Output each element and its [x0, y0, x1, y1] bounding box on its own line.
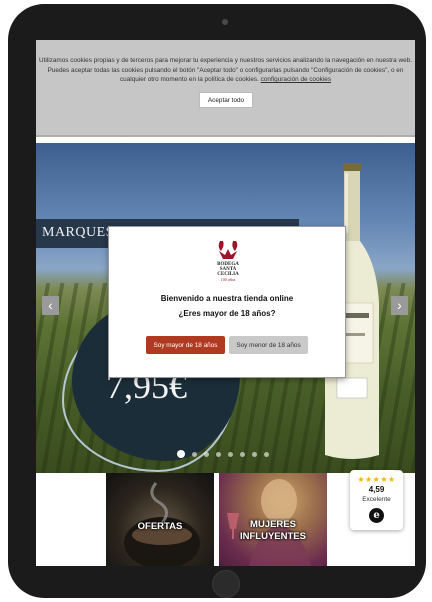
mujeres-influyentes-label: MUJERES INFLUYENTES	[240, 519, 306, 542]
home-button[interactable]	[212, 570, 240, 598]
carousel-dot[interactable]	[177, 450, 185, 458]
carousel-dot[interactable]	[192, 451, 197, 457]
camera-icon	[222, 19, 228, 25]
rating-verdict: Excelente	[362, 496, 391, 503]
category-tiles: OFERTAS MUJERES INFLUYENTES ··· ★★★★★ 4,…	[36, 468, 415, 566]
carousel-prev-button[interactable]: ‹	[42, 296, 59, 315]
carousel-dot[interactable]	[252, 451, 257, 457]
more-icon[interactable]: ···	[394, 468, 400, 474]
rating-stars-icon: ★★★★★	[357, 475, 396, 484]
modal-age-question: ¿Eres mayor de 18 años?	[178, 309, 276, 318]
mujeres-influyentes-tile[interactable]: MUJERES INFLUYENTES	[219, 473, 327, 566]
ofertas-tile[interactable]: OFERTAS	[106, 473, 214, 566]
cookie-banner: Utilizamos cookies propias y de terceros…	[36, 40, 415, 137]
cookie-message: Utilizamos cookies propias y de terceros…	[39, 57, 412, 83]
coffee-sack-image	[124, 482, 200, 566]
carousel-dot[interactable]	[264, 451, 269, 457]
carousel-dot[interactable]	[204, 451, 209, 457]
carousel-next-button[interactable]: ›	[391, 296, 408, 315]
chevron-left-icon: ‹	[48, 297, 53, 313]
trusted-shops-rating-widget[interactable]: ··· ★★★★★ 4,59 Excelente e	[350, 468, 403, 530]
modal-welcome-text: Bienvenido a nuestra tienda online	[160, 294, 294, 303]
age-deny-button[interactable]: Soy menor de 18 años	[229, 336, 308, 354]
hero-banner-text: MARQUES	[42, 225, 114, 240]
trusted-shops-badge-icon: e	[369, 508, 384, 523]
logo-line-4: 100 años	[221, 277, 236, 282]
carousel-dot[interactable]	[240, 451, 245, 457]
rating-score: 4,59	[368, 485, 385, 494]
carousel-dot[interactable]	[228, 451, 233, 457]
chevron-right-icon: ›	[397, 297, 402, 313]
cookie-config-link[interactable]: configuración de cookies	[261, 76, 331, 83]
carousel-dot[interactable]	[216, 451, 221, 457]
accept-cookies-button[interactable]: Aceptar todo	[199, 92, 253, 108]
age-verification-modal: BODEGA SANTA CECILIA 100 años Bienvenido…	[108, 226, 346, 378]
browser-viewport: Utilizamos cookies propias y de terceros…	[36, 40, 415, 566]
cookie-text: Utilizamos cookies propias y de terceros…	[36, 56, 415, 85]
ofertas-label: OFERTAS	[137, 521, 183, 532]
bodega-logo: BODEGA SANTA CECILIA 100 años	[217, 241, 239, 282]
carousel-dots	[177, 450, 269, 458]
age-confirm-button[interactable]: Soy mayor de 18 años	[146, 336, 225, 354]
